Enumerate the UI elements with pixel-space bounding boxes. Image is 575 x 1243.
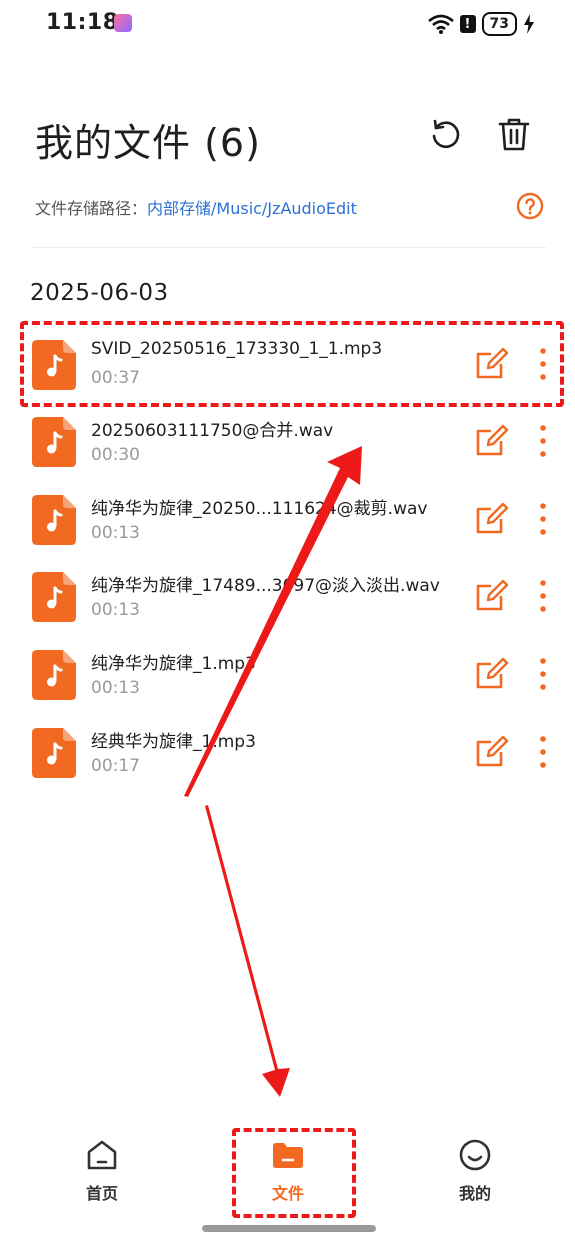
annotation-highlight-files-tab	[232, 1128, 356, 1218]
nav-me[interactable]: 我的	[425, 1138, 525, 1204]
trash-icon[interactable]	[496, 116, 532, 152]
edit-icon[interactable]	[475, 423, 509, 457]
battery-indicator: 73	[481, 12, 517, 36]
annotation-highlight-first-file	[20, 321, 564, 407]
status-icons: ! 73	[427, 12, 535, 36]
edit-icon[interactable]	[475, 656, 509, 690]
file-name: 纯净华为旋律_17489...3097@淡入淡出.wav	[91, 576, 440, 596]
nav-home[interactable]: 首页	[52, 1138, 152, 1204]
file-duration: 00:13	[91, 600, 140, 620]
file-row[interactable]: 纯净华为旋律_1.mp3 00:13	[30, 642, 560, 712]
status-bar: 11:18 ! 73	[0, 0, 575, 46]
file-duration: 00:30	[91, 445, 140, 465]
page-title: 我的文件 (6)	[35, 121, 261, 165]
more-vertical-icon[interactable]	[534, 578, 552, 614]
smile-icon	[459, 1139, 491, 1171]
charging-icon	[524, 14, 534, 34]
edit-icon[interactable]	[475, 578, 509, 612]
nav-me-label: 我的	[458, 1184, 491, 1203]
edit-icon[interactable]	[475, 734, 509, 768]
date-group-header: 2025-06-03	[30, 280, 169, 306]
music-file-icon	[32, 495, 76, 545]
file-name: 纯净华为旋律_1.mp3	[91, 654, 256, 674]
file-duration: 00:13	[91, 523, 140, 543]
wifi-icon	[427, 14, 454, 34]
music-file-icon	[32, 417, 76, 467]
file-name: 纯净华为旋律_20250...111624@裁剪.wav	[91, 499, 428, 519]
edit-icon[interactable]	[475, 501, 509, 535]
refresh-icon[interactable]	[427, 116, 463, 152]
storage-path-row: 文件存储路径：内部存储/Music/JzAudioEdit	[35, 195, 357, 219]
status-time: 11:18	[46, 10, 119, 35]
file-name: 20250603111750@合并.wav	[91, 421, 334, 441]
file-duration: 00:13	[91, 678, 140, 698]
storage-path-label: 文件存储路径：	[35, 199, 148, 218]
more-vertical-icon[interactable]	[534, 423, 552, 459]
home-icon	[87, 1140, 117, 1170]
file-row[interactable]: 纯净华为旋律_20250...111624@裁剪.wav 00:13	[30, 487, 560, 557]
music-file-icon	[32, 572, 76, 622]
more-vertical-icon[interactable]	[534, 734, 552, 770]
file-row[interactable]: 20250603111750@合并.wav 00:30	[30, 409, 560, 479]
file-duration: 00:17	[91, 756, 140, 776]
app-notification-icon	[114, 14, 132, 32]
storage-path-link[interactable]: 内部存储/Music/JzAudioEdit	[147, 199, 357, 218]
divider	[32, 247, 546, 248]
alert-icon: !	[459, 15, 476, 33]
file-name: 经典华为旋律_1.mp3	[91, 732, 256, 752]
annotation-arrow-down	[205, 805, 290, 1097]
file-row[interactable]: 经典华为旋律_1.mp3 00:17	[30, 720, 560, 790]
home-indicator[interactable]	[202, 1225, 376, 1232]
music-file-icon	[32, 728, 76, 778]
nav-home-label: 首页	[85, 1184, 118, 1203]
file-row[interactable]: 纯净华为旋律_17489...3097@淡入淡出.wav 00:13	[30, 564, 560, 634]
help-icon[interactable]	[516, 192, 544, 220]
music-file-icon	[32, 650, 76, 700]
more-vertical-icon[interactable]	[534, 501, 552, 537]
more-vertical-icon[interactable]	[534, 656, 552, 692]
